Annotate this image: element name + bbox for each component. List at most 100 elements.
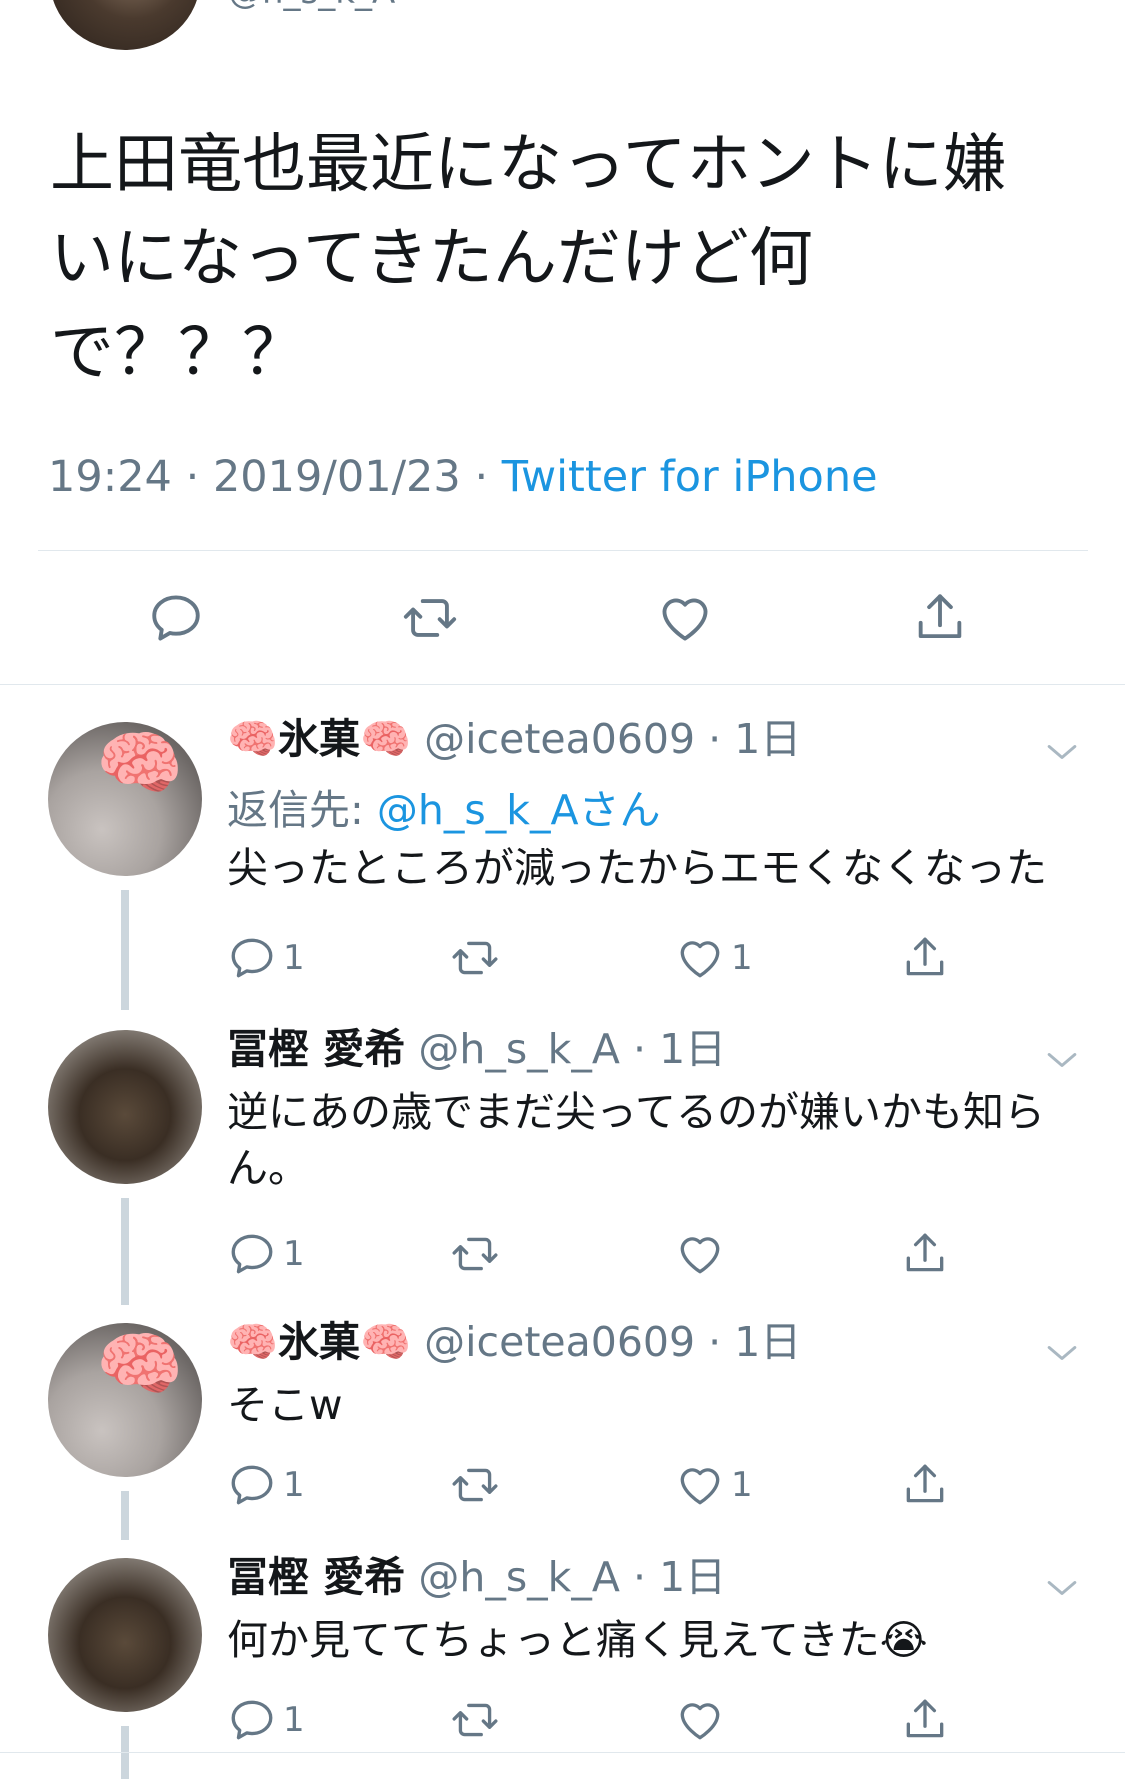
reply-icon [231,1700,273,1740]
retweet-icon [452,1468,498,1502]
more-menu-button[interactable] [1040,1331,1084,1375]
like-button[interactable]: 1 [675,928,753,988]
like-count: 1 [731,1465,753,1505]
retweet-icon [452,1703,498,1737]
chevron-down-icon [1047,1346,1077,1360]
meta-separator: · [460,452,502,502]
tweet-text-line: いになってきたんだけど何 [50,222,813,296]
chevron-down-icon [1047,1053,1077,1067]
retweet-button[interactable] [450,1455,500,1515]
tweet-source-link[interactable]: Twitter for iPhone [502,452,878,502]
reply-text: 逆にあの歳でまだ尖ってるのが嫌いかも知ら ん。 [227,1084,1087,1196]
reply-to-label: 返信先: [227,786,377,834]
reply-time: 1日 [734,715,802,763]
more-menu-button[interactable] [1040,1038,1084,1082]
share-button[interactable] [900,1455,950,1515]
reply-text-line: 逆にあの歳でまだ尖ってるのが嫌いかも知ら [227,1088,1045,1136]
meta-separator: · [695,715,735,763]
like-button[interactable] [645,578,725,658]
like-button[interactable]: 1 [675,1455,753,1515]
reply-to: 返信先: @h_s_k_Aさん [227,776,661,836]
user-handle[interactable]: @icetea0609 [424,1318,695,1366]
meta-separator: · [695,1318,735,1366]
reply-button[interactable]: 1 [227,1455,305,1515]
share-button[interactable] [900,928,950,988]
tweet-text: 上田竜也最近になってホントに嫌 いになってきたんだけど何 で？？？ [50,118,1070,400]
thread-line [121,1198,129,1305]
meta-separator: · [171,452,213,502]
share-icon [906,1699,944,1738]
share-icon [906,937,944,976]
meta-separator: · [619,1025,660,1073]
reply-to-handle[interactable]: @h_s_k_Aさん [377,786,661,834]
more-menu-button[interactable] [1040,1566,1084,1610]
thread-line [121,890,129,1010]
brain-icon: 🧠 [96,722,184,804]
author-handle[interactable]: @h_s_k_A [228,0,395,12]
avatar[interactable]: 🧠 [48,1323,202,1477]
retweet-icon [452,941,498,975]
avatar[interactable] [48,1030,202,1184]
divider [38,550,1088,551]
reply-text-line: そこw [227,1381,343,1429]
retweet-button[interactable] [450,928,500,988]
like-icon [680,1703,720,1740]
reply-icon [152,595,200,641]
reply-button[interactable]: 1 [227,1690,305,1750]
reply-button[interactable]: 1 [227,1224,305,1284]
author-avatar[interactable] [50,0,200,50]
like-button[interactable] [675,1690,731,1750]
share-button[interactable] [900,1224,950,1284]
meta-separator: · [619,1553,660,1601]
display-name[interactable]: 冨樫 愛希 [227,1553,405,1601]
reply-time: 1日 [734,1318,802,1366]
reply-time: 1日 [659,1553,727,1601]
reply-header: 冨樫 愛希 @h_s_k_A · 1日 [227,1552,726,1602]
avatar[interactable]: 🧠 [48,722,202,876]
share-icon [918,594,962,639]
reply-item[interactable]: 冨樫 愛希 @h_s_k_A · 1日 何か見ててちょっと痛く見えてきた😭 1 [0,1540,1125,1779]
reply-count: 1 [283,1465,305,1505]
reply-icon [231,1465,273,1505]
retweet-icon [452,1237,498,1271]
reply-icon [231,938,273,978]
share-icon [906,1464,944,1503]
more-menu-button[interactable] [1040,730,1084,774]
tweet-text-line: 上田竜也最近になってホントに嫌 [50,128,1007,202]
reply-text: 尖ったところが減ったからエモくなくなった [227,840,1087,896]
like-icon [680,1468,720,1505]
reply-item[interactable]: 🧠 🧠氷菓🧠 @icetea0609 · 1日 そこw 1 1 [0,1305,1125,1540]
like-icon [662,598,708,641]
reply-text-line: 何か見ててちょっと痛く見えてきた😭 [227,1616,928,1664]
reply-header: 🧠氷菓🧠 @icetea0609 · 1日 [227,714,801,764]
reply-time: 1日 [659,1025,727,1073]
tweet-meta: 19:24 · 2019/01/23 · Twitter for iPhone [48,452,878,502]
chevron-down-icon [1047,1581,1077,1595]
reply-text: そこw [227,1377,1087,1433]
share-button[interactable] [900,578,980,658]
reply-text-line: 尖ったところが減ったからエモくなくなった [227,844,1047,892]
tweet-text-line: で？？？ [50,316,306,390]
reply-item[interactable]: 冨樫 愛希 @h_s_k_A · 1日 逆にあの歳でまだ尖ってるのが嫌いかも知ら… [0,1010,1125,1305]
display-name[interactable]: 🧠氷菓🧠 [227,715,411,763]
retweet-button[interactable] [450,1224,500,1284]
thread-line [121,1491,129,1540]
reply-header: 🧠氷菓🧠 @icetea0609 · 1日 [227,1317,801,1367]
avatar[interactable] [48,1558,202,1712]
divider [0,1752,1125,1753]
share-button[interactable] [900,1690,950,1750]
user-handle[interactable]: @h_s_k_A [418,1553,620,1601]
display-name[interactable]: 冨樫 愛希 [227,1025,405,1073]
user-handle[interactable]: @h_s_k_A [418,1025,620,1073]
reply-item[interactable]: 🧠 🧠氷菓🧠 @icetea0609 · 1日 返信先: @h_s_k_Aさん … [0,700,1125,1010]
retweet-button[interactable] [390,578,470,658]
like-button[interactable] [675,1224,731,1284]
reply-button[interactable] [136,578,216,658]
user-handle[interactable]: @icetea0609 [424,715,695,763]
display-name[interactable]: 🧠氷菓🧠 [227,1318,411,1366]
retweet-icon [403,599,457,637]
reply-button[interactable]: 1 [227,928,305,988]
retweet-button[interactable] [450,1690,500,1750]
like-count: 1 [731,938,753,978]
tweet-time: 19:24 [48,452,172,502]
